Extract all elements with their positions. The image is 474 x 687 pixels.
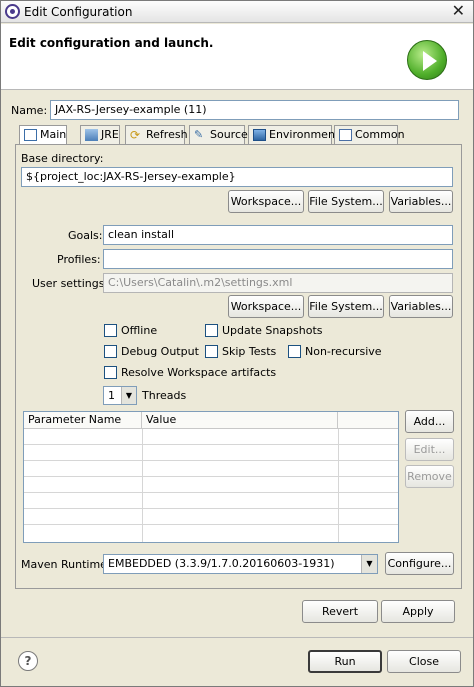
threads-select[interactable]: 1 ▼ (103, 386, 137, 405)
tab-jre-label: JRE (101, 128, 119, 141)
base-directory-label: Base directory: (21, 152, 104, 165)
table-row[interactable] (24, 477, 398, 493)
resolve-workspace-label: Resolve Workspace artifacts (121, 366, 277, 379)
base-file-system-button[interactable]: File System... (308, 190, 384, 213)
tab-refresh[interactable]: ⟳ Refresh (125, 125, 188, 144)
revert-button[interactable]: Revert (302, 600, 378, 623)
tab-source-label: Source (210, 128, 248, 141)
maven-runtime-value: EMBEDDED (3.3.9/1.7.0.20160603-1931) (108, 557, 335, 570)
tab-main-label: Main (40, 128, 67, 141)
settings-workspace-button[interactable]: Workspace... (228, 295, 304, 318)
tab-main[interactable]: Main (19, 125, 67, 145)
dialog-header: Edit configuration and launch. (1, 24, 473, 90)
table-row[interactable] (24, 461, 398, 477)
non-recursive-label: Non-recursive (305, 345, 382, 358)
name-input[interactable]: JAX-RS-Jersey-example (11) (50, 100, 459, 120)
column-divider (338, 429, 339, 542)
chevron-down-icon[interactable]: ▼ (361, 555, 377, 573)
refresh-icon: ⟳ (130, 128, 141, 142)
table-header: Parameter Name Value (24, 412, 398, 429)
edit-configuration-dialog: Edit Configuration ✕ Edit configuration … (0, 0, 474, 687)
maven-runtime-label: Maven Runtime: (21, 558, 111, 571)
source-icon: ✎ (194, 128, 204, 141)
debug-output-checkbox[interactable] (104, 345, 117, 358)
main-tab-icon (24, 129, 37, 141)
tab-source[interactable]: ✎ Source (189, 125, 248, 144)
close-button[interactable]: Close (387, 650, 461, 673)
threads-label: Threads (142, 389, 187, 402)
tab-refresh-label: Refresh (146, 128, 188, 141)
name-label: Name: (11, 104, 48, 117)
edit-parameter-button[interactable]: Edit... (405, 438, 454, 461)
close-window-icon[interactable]: ✕ (452, 3, 465, 19)
table-row[interactable] (24, 509, 398, 525)
user-settings-input[interactable]: C:\Users\Catalin\.m2\settings.xml (103, 273, 453, 293)
column-extra[interactable] (338, 412, 398, 429)
column-divider (142, 429, 143, 542)
run-launch-icon (407, 40, 447, 80)
configure-runtime-button[interactable]: Configure... (385, 552, 454, 575)
column-value[interactable]: Value (142, 412, 338, 429)
tab-environment[interactable]: Environment (248, 125, 339, 144)
add-parameter-button[interactable]: Add... (405, 410, 454, 433)
tab-jre[interactable]: JRE (80, 125, 120, 144)
update-snapshots-checkbox[interactable] (205, 324, 218, 337)
run-button[interactable]: Run (308, 650, 382, 673)
column-parameter-name[interactable]: Parameter Name (24, 412, 142, 429)
debug-output-label: Debug Output (121, 345, 199, 358)
header-heading: Edit configuration and launch. (9, 36, 214, 50)
offline-label: Offline (121, 324, 158, 337)
threads-value: 1 (108, 389, 115, 402)
parameters-table[interactable]: Parameter Name Value (23, 411, 399, 543)
tab-common-label: Common (355, 128, 405, 141)
tab-common[interactable]: Common (334, 125, 405, 144)
goals-label: Goals: (68, 229, 103, 242)
profiles-label: Profiles: (57, 253, 101, 266)
common-icon (339, 129, 352, 141)
chevron-down-icon[interactable]: ▼ (121, 387, 136, 404)
eclipse-icon (5, 4, 20, 19)
apply-button[interactable]: Apply (381, 600, 455, 623)
environment-icon (253, 129, 266, 141)
non-recursive-checkbox[interactable] (288, 345, 301, 358)
resolve-workspace-checkbox[interactable] (104, 366, 117, 379)
footer-divider (1, 637, 473, 638)
base-workspace-button[interactable]: Workspace... (228, 190, 304, 213)
title-bar: Edit Configuration ✕ (1, 1, 473, 23)
goals-input[interactable]: clean install (103, 225, 453, 245)
settings-variables-button[interactable]: Variables... (389, 295, 453, 318)
help-icon[interactable]: ? (18, 651, 38, 671)
profiles-input[interactable] (103, 249, 453, 269)
settings-file-system-button[interactable]: File System... (308, 295, 384, 318)
base-directory-input[interactable]: ${project_loc:JAX-RS-Jersey-example} (21, 167, 453, 187)
jre-icon (85, 129, 98, 141)
skip-tests-label: Skip Tests (222, 345, 277, 358)
table-row[interactable] (24, 493, 398, 509)
user-settings-label: User settings: (32, 277, 109, 290)
maven-runtime-select[interactable]: EMBEDDED (3.3.9/1.7.0.20160603-1931) ▼ (103, 554, 378, 574)
table-row[interactable] (24, 445, 398, 461)
update-snapshots-label: Update Snapshots (222, 324, 323, 337)
window-title: Edit Configuration (24, 5, 133, 19)
table-row[interactable] (24, 429, 398, 445)
tab-environment-label: Environment (269, 128, 340, 141)
offline-checkbox[interactable] (104, 324, 117, 337)
base-variables-button[interactable]: Variables... (389, 190, 453, 213)
remove-parameter-button[interactable]: Remove (405, 465, 454, 488)
skip-tests-checkbox[interactable] (205, 345, 218, 358)
